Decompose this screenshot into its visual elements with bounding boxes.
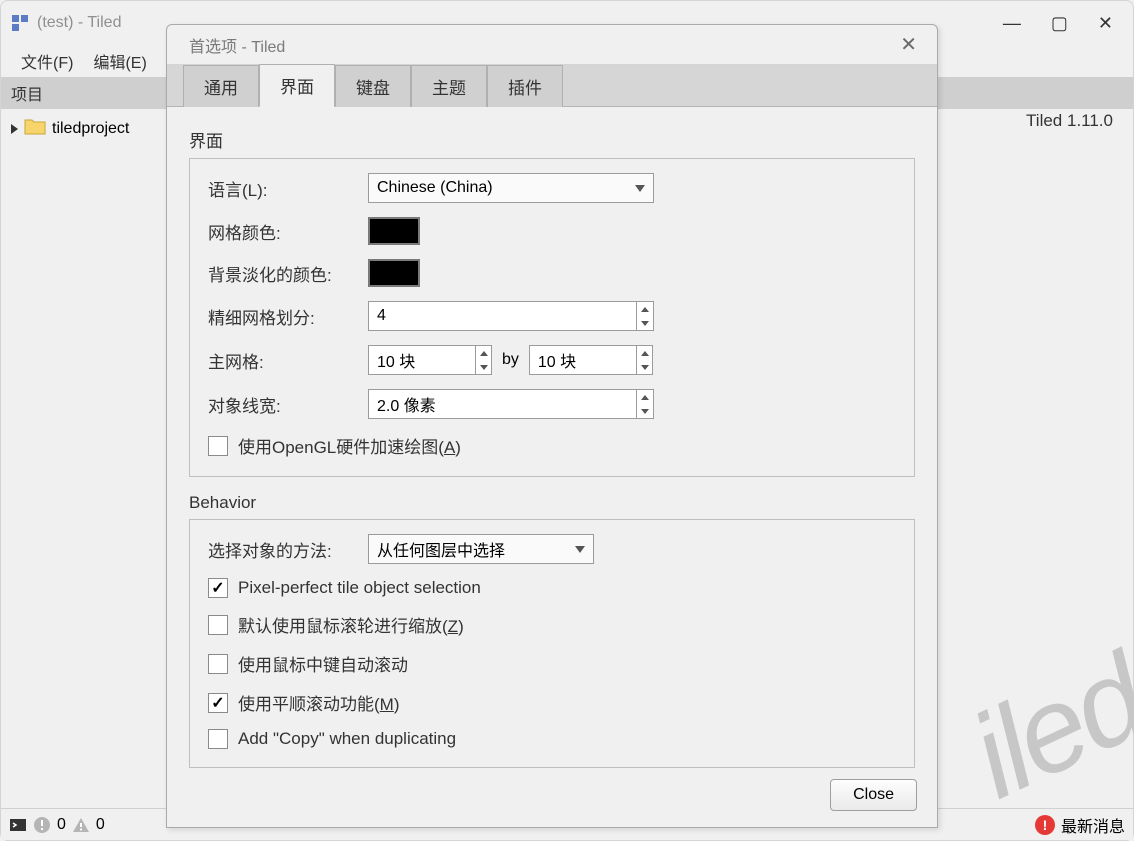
spin-up-icon[interactable]	[637, 302, 653, 316]
tab-plugins[interactable]: 插件	[487, 65, 563, 107]
spin-down-icon[interactable]	[476, 360, 491, 374]
menu-file[interactable]: 文件(F)	[11, 45, 83, 77]
opengl-checkbox[interactable]	[208, 436, 228, 456]
version-label: Tiled 1.11.0	[1026, 111, 1113, 131]
tiled-icon	[11, 14, 29, 32]
add-copy-label[interactable]: Add "Copy" when duplicating	[238, 729, 456, 749]
error-count: 0	[57, 816, 66, 834]
spin-up-icon[interactable]	[637, 390, 653, 404]
pixel-perfect-checkbox[interactable]	[208, 578, 228, 598]
tab-theme[interactable]: 主题	[411, 65, 487, 107]
major-grid-y-input[interactable]	[530, 346, 636, 374]
warning-icon[interactable]	[72, 816, 90, 834]
console-icon[interactable]	[9, 816, 27, 834]
tab-interface[interactable]: 界面	[259, 64, 335, 107]
fade-color-label: 背景淡化的颜色:	[208, 261, 368, 286]
grid-color-swatch[interactable]	[368, 217, 420, 245]
by-label: by	[502, 351, 519, 369]
fine-grid-spinbox[interactable]	[368, 301, 654, 331]
maximize-button[interactable]: ▢	[1051, 13, 1068, 34]
news-label[interactable]: 最新消息	[1061, 813, 1125, 837]
smooth-scroll-label[interactable]: 使用平顺滚动功能(M)	[238, 690, 400, 715]
fine-grid-input[interactable]	[369, 302, 636, 330]
select-method-combobox[interactable]: 从任何图层中选择	[368, 534, 594, 564]
dialog-close-button[interactable]: ✕	[894, 30, 923, 59]
middle-autoscroll-label[interactable]: 使用鼠标中键自动滚动	[238, 651, 408, 676]
dialog-title: 首选项 - Tiled	[189, 33, 894, 57]
spin-up-icon[interactable]	[476, 346, 491, 360]
tab-general[interactable]: 通用	[183, 65, 259, 107]
tab-keyboard[interactable]: 键盘	[335, 65, 411, 107]
language-combobox[interactable]: Chinese (China)	[368, 173, 654, 203]
pixel-perfect-label[interactable]: Pixel-perfect tile object selection	[238, 578, 481, 598]
window-controls: — ▢ ✕	[1003, 13, 1123, 34]
spin-up-icon[interactable]	[637, 346, 652, 360]
opengl-label[interactable]: 使用OpenGL硬件加速绘图(A)	[238, 433, 461, 458]
grid-color-label: 网格颜色:	[208, 219, 368, 244]
wheel-zoom-checkbox[interactable]	[208, 615, 228, 635]
major-grid-x-spinbox[interactable]	[368, 345, 492, 375]
section-interface-title: 界面	[189, 127, 915, 152]
close-button[interactable]: ✕	[1098, 13, 1113, 34]
watermark: iled	[951, 628, 1134, 825]
middle-autoscroll-checkbox[interactable]	[208, 654, 228, 674]
close-button[interactable]: Close	[830, 779, 917, 811]
object-line-width-spinbox[interactable]	[368, 389, 654, 419]
warning-count: 0	[96, 816, 105, 834]
spin-down-icon[interactable]	[637, 404, 653, 418]
chevron-down-icon	[635, 185, 645, 192]
menu-edit[interactable]: 编辑(E)	[83, 45, 156, 77]
add-copy-checkbox[interactable]	[208, 729, 228, 749]
expand-arrow-icon[interactable]	[11, 124, 18, 134]
spin-down-icon[interactable]	[637, 360, 652, 374]
error-icon[interactable]	[33, 816, 51, 834]
select-method-label: 选择对象的方法:	[208, 537, 368, 562]
smooth-scroll-checkbox[interactable]	[208, 693, 228, 713]
section-behavior-title: Behavior	[189, 493, 915, 513]
major-grid-y-spinbox[interactable]	[529, 345, 653, 375]
tabs-row: 通用 界面 键盘 主题 插件	[167, 65, 937, 107]
major-grid-label: 主网格:	[208, 348, 368, 373]
dialog-footer: Close	[167, 769, 937, 827]
news-icon[interactable]: !	[1035, 815, 1055, 835]
project-folder-label: tiledproject	[52, 120, 129, 138]
select-method-value: 从任何图层中选择	[377, 537, 505, 561]
folder-icon	[24, 117, 46, 140]
object-line-width-input[interactable]	[369, 390, 636, 418]
minimize-button[interactable]: —	[1003, 13, 1021, 34]
major-grid-x-input[interactable]	[369, 346, 475, 374]
spin-down-icon[interactable]	[637, 316, 653, 330]
wheel-zoom-label[interactable]: 默认使用鼠标滚轮进行缩放(Z)	[238, 612, 464, 637]
fade-color-swatch[interactable]	[368, 259, 420, 287]
language-label: 语言(L):	[208, 176, 368, 201]
interface-fieldset: 语言(L): Chinese (China) 网格颜色: 背景淡化的颜色: 精细…	[189, 158, 915, 477]
dialog-titlebar: 首选项 - Tiled ✕	[167, 25, 937, 65]
behavior-fieldset: 选择对象的方法: 从任何图层中选择 Pixel-perfect tile obj…	[189, 519, 915, 768]
preferences-dialog: 首选项 - Tiled ✕ 通用 界面 键盘 主题 插件 界面 语言(L): C…	[166, 24, 938, 828]
dialog-body: 界面 语言(L): Chinese (China) 网格颜色: 背景淡化的颜色:…	[167, 107, 937, 769]
object-line-width-label: 对象线宽:	[208, 392, 368, 417]
fine-grid-label: 精细网格划分:	[208, 304, 368, 329]
language-value: Chinese (China)	[377, 179, 493, 197]
chevron-down-icon	[575, 546, 585, 553]
